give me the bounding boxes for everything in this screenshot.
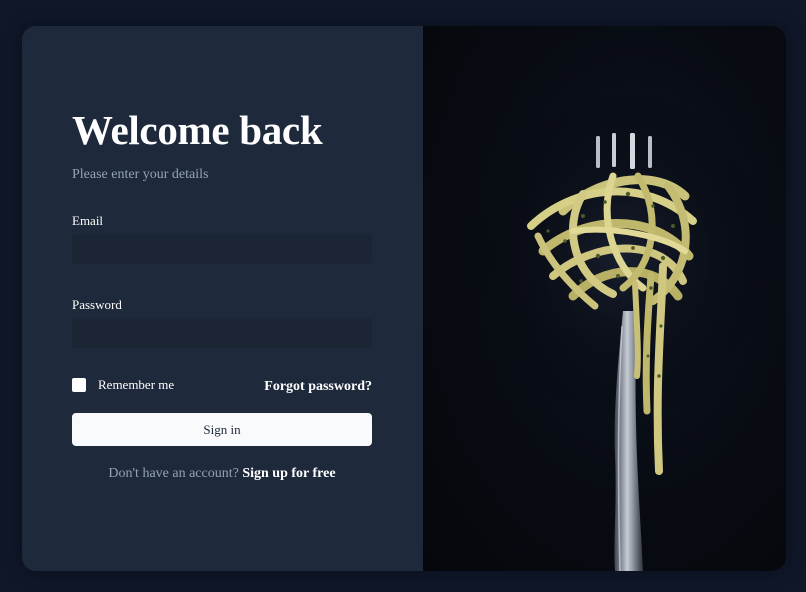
email-field[interactable] — [72, 234, 372, 264]
page-subtitle: Please enter your details — [72, 167, 209, 182]
remember-me-label[interactable]: Remember me — [98, 377, 174, 393]
email-label: Email — [72, 213, 104, 228]
remember-me-checkbox[interactable] — [72, 378, 86, 392]
hero-image-panel — [423, 26, 786, 571]
forgot-password-link[interactable]: Forgot password? — [264, 379, 372, 395]
password-label: Password — [72, 297, 122, 312]
page-title: Welcome back — [72, 107, 323, 153]
signup-row: Don't have an account? Sign up for free — [72, 466, 372, 482]
signup-prompt: Don't have an account? — [108, 466, 239, 481]
sign-in-button[interactable]: Sign in — [72, 413, 372, 446]
password-field[interactable] — [72, 318, 372, 348]
pasta-on-fork-photo — [473, 86, 773, 571]
login-form-panel: Welcome back Please enter your details E… — [22, 26, 423, 571]
login-card: Welcome back Please enter your details E… — [22, 26, 786, 571]
sign-up-link[interactable]: Sign up for free — [242, 466, 335, 481]
